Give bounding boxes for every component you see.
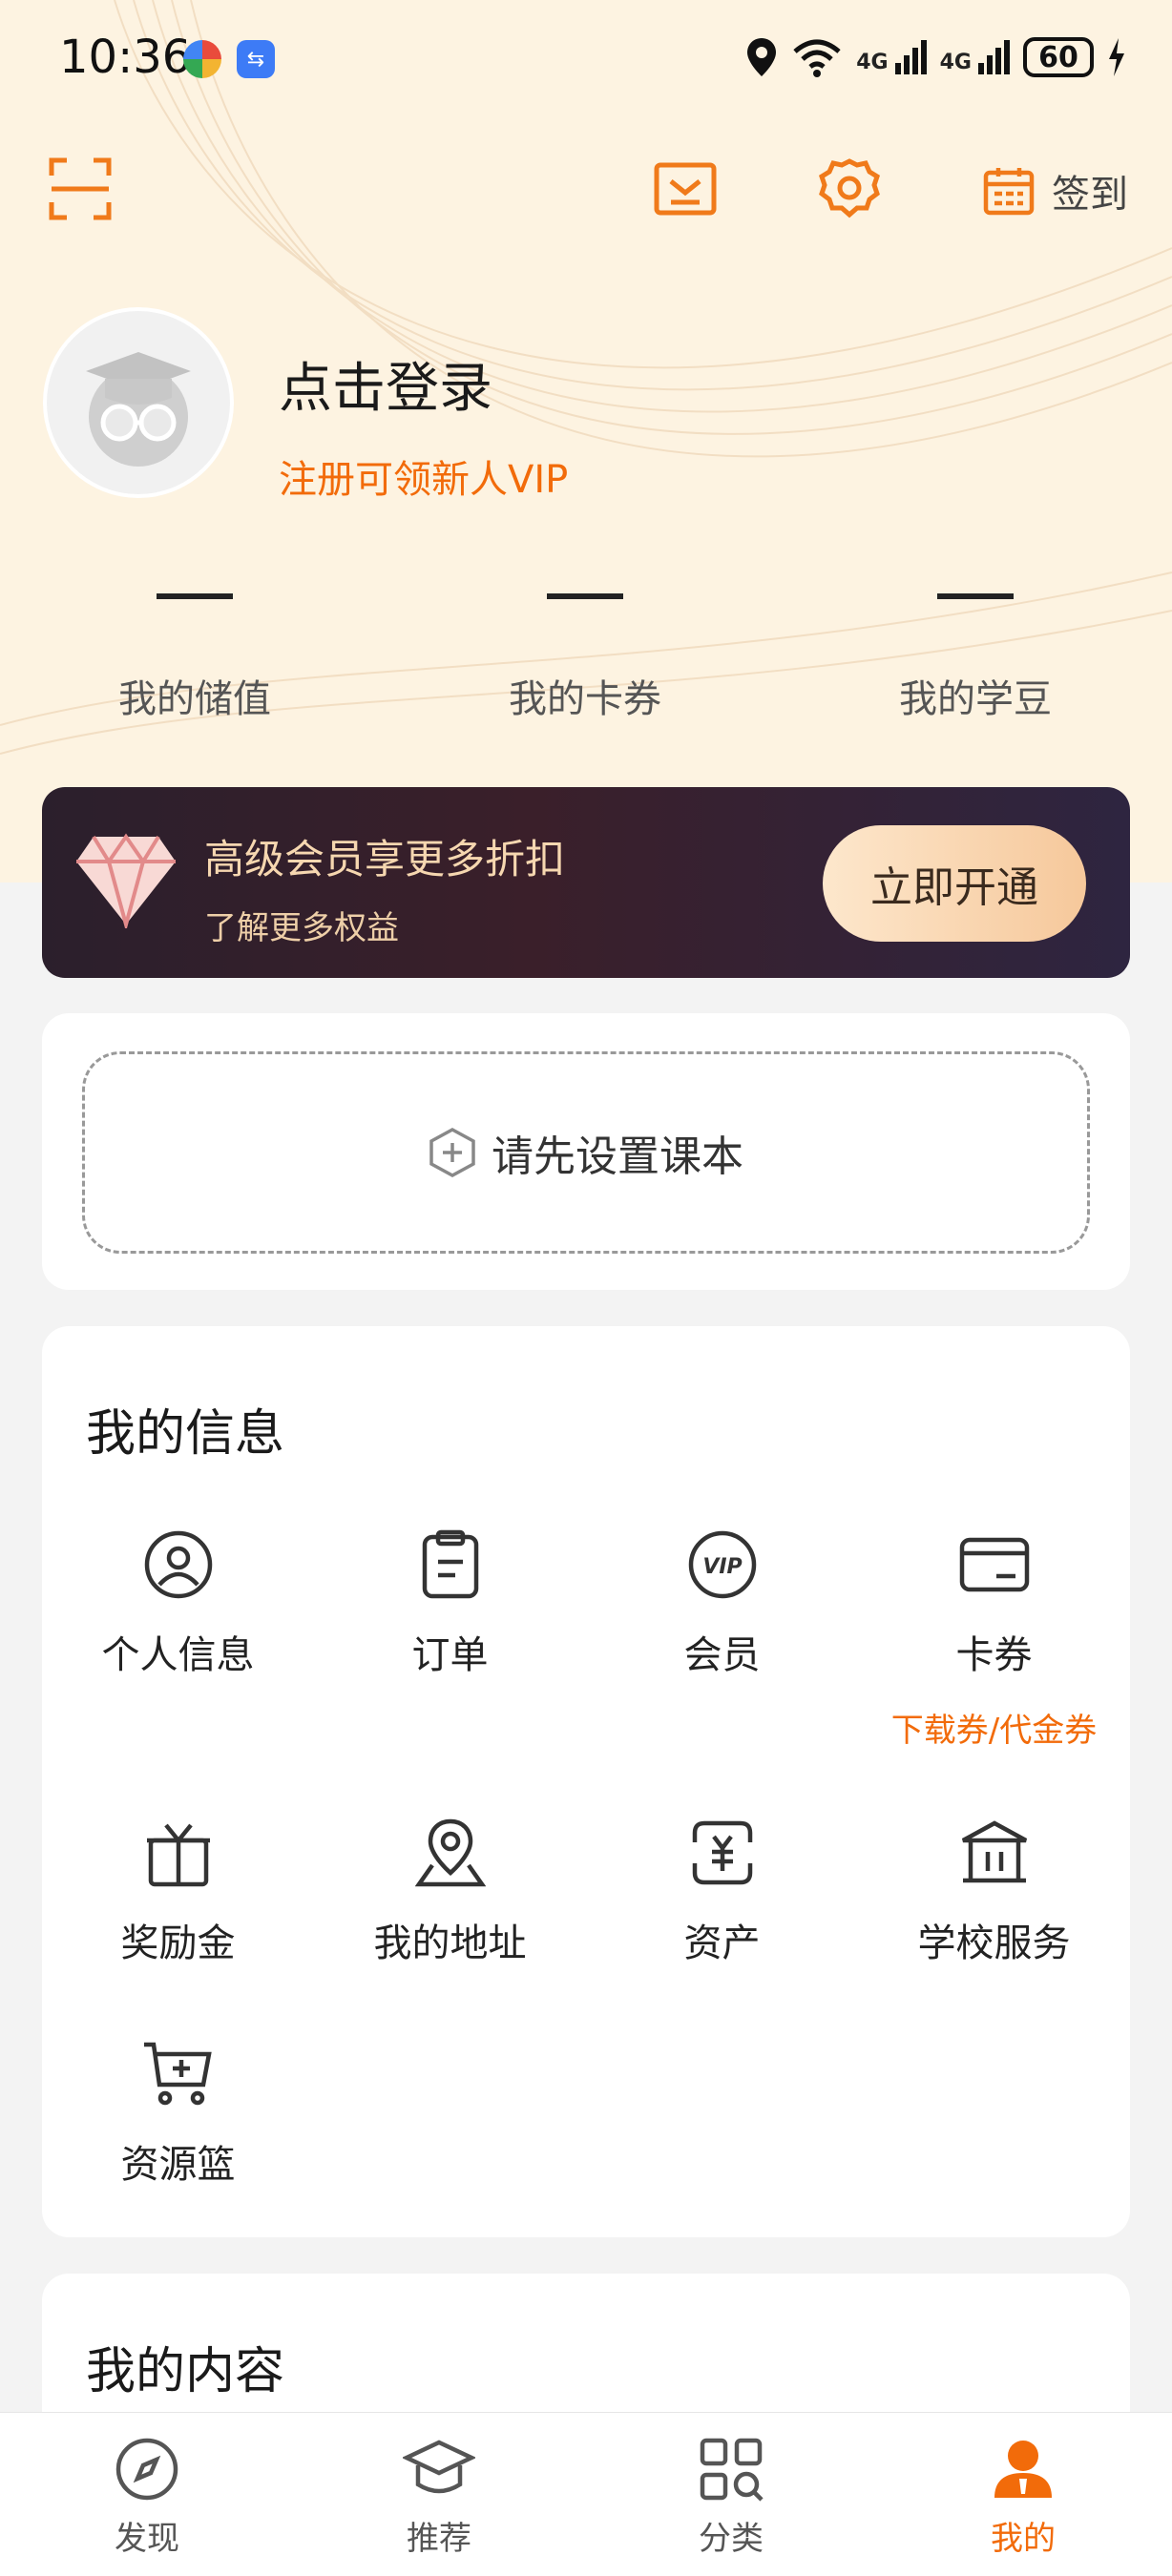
gift-icon [146, 1823, 210, 1887]
cart-icon [143, 2042, 212, 2106]
school-icon [961, 1820, 1027, 1883]
vip-banner[interactable]: 高级会员享更多折扣 了解更多权益 立即开通 [42, 787, 1130, 978]
scan-button[interactable] [42, 151, 118, 227]
settings-button[interactable] [811, 151, 888, 227]
wifi-icon [793, 39, 841, 77]
message-button[interactable] [647, 151, 723, 227]
empty-value-dash [937, 593, 1014, 599]
empty-value-dash [157, 593, 233, 599]
resource-basket-item[interactable]: 资源篮 [42, 2036, 314, 2189]
usb-icon: ⇆ [237, 40, 275, 78]
item-label: 奖励金 [120, 1922, 236, 1965]
network-type-1: 4G [856, 51, 889, 74]
vip-icon: VIP [688, 1530, 756, 1599]
signal-1: 4G [856, 40, 927, 74]
register-vip-hint[interactable]: 注册可领新人VIP [279, 448, 568, 504]
nav-label: 发现 [115, 2520, 179, 2558]
add-hexagon-icon [429, 1128, 475, 1177]
assets-icon [692, 1820, 752, 1885]
nav-category[interactable]: 分类 [636, 2432, 827, 2559]
nav-label: 分类 [699, 2520, 764, 2558]
address-item[interactable]: 我的地址 [314, 1815, 586, 1967]
item-label: 资源篮 [120, 2143, 236, 2187]
checkin-button[interactable]: 签到 [983, 153, 1128, 229]
svg-text:VIP: VIP [702, 1555, 742, 1579]
personal-info-item[interactable]: 个人信息 [42, 1527, 314, 1679]
signal-2: 4G [940, 40, 1010, 74]
stat-value [832, 572, 1119, 620]
checkin-label: 签到 [1052, 173, 1128, 217]
charging-icon [1109, 38, 1124, 76]
compass-icon [115, 2438, 178, 2501]
bottom-nav: 发现 推荐 分类 我的 [0, 2412, 1172, 2576]
nav-mine[interactable]: 我的 [928, 2432, 1119, 2559]
diamond-icon [76, 833, 176, 928]
cards-extra-hint: 下载券/代金券 [890, 1712, 1098, 1750]
item-label: 个人信息 [101, 1633, 255, 1677]
item-label: 会员 [683, 1633, 761, 1677]
stat-value [52, 572, 338, 620]
user-icon [994, 2441, 1052, 2498]
stat-label: 我的卡券 [509, 677, 661, 721]
stat-study-beans[interactable]: 我的学豆 [832, 572, 1119, 723]
message-icon [654, 162, 717, 216]
nav-label: 我的 [991, 2520, 1056, 2558]
card-icon [959, 1537, 1029, 1592]
activate-vip-button[interactable]: 立即开通 [823, 825, 1086, 942]
my-content-title: 我的内容 [86, 2343, 285, 2400]
default-avatar-icon [86, 352, 191, 467]
item-label: 我的地址 [373, 1922, 527, 1965]
my-info-card: 我的信息 个人信息 订单 VIP 会员 卡券 下载券/代金券 奖励金 我的地址 … [42, 1326, 1130, 2237]
reward-item[interactable]: 奖励金 [42, 1815, 314, 1967]
assets-item[interactable]: 资产 [586, 1815, 858, 1967]
nav-label: 推荐 [407, 2520, 471, 2558]
stat-value [442, 572, 728, 620]
set-textbook-button[interactable]: 请先设置课本 [82, 1051, 1090, 1254]
nav-discover[interactable]: 发现 [52, 2432, 242, 2559]
empty-value-dash [547, 593, 623, 599]
item-label: 卡券 [955, 1633, 1033, 1677]
stat-label: 我的学豆 [899, 677, 1052, 721]
textbook-card: 请先设置课本 [42, 1013, 1130, 1290]
item-label: 订单 [411, 1633, 489, 1677]
stat-label: 我的储值 [118, 677, 271, 721]
app-notification-icon [183, 40, 221, 78]
login-prompt[interactable]: 点击登录 [279, 345, 492, 423]
location-pin-icon [747, 38, 777, 76]
battery-indicator: 60 [1023, 37, 1094, 77]
status-time: 10:36 [59, 31, 192, 84]
order-icon [422, 1529, 478, 1599]
stat-coupons[interactable]: 我的卡券 [442, 572, 728, 723]
item-label: 资产 [683, 1922, 761, 1965]
nav-recommend[interactable]: 推荐 [344, 2432, 534, 2559]
status-icons: 4G 4G 60 [745, 29, 1126, 86]
profile-icon [144, 1530, 212, 1599]
category-icon [700, 2438, 764, 2502]
vip-item[interactable]: VIP 会员 [586, 1527, 858, 1679]
vip-subtitle[interactable]: 了解更多权益 [204, 902, 399, 948]
my-info-title: 我的信息 [86, 1405, 285, 1463]
location-icon [414, 1818, 486, 1887]
graduation-cap-icon [403, 2440, 475, 2494]
set-textbook-label: 请先设置课本 [492, 1132, 743, 1181]
cards-item[interactable]: 卡券 下载券/代金券 [858, 1527, 1130, 1751]
vip-title: 高级会员享更多折扣 [204, 836, 566, 883]
calendar-icon [983, 168, 1035, 216]
stat-stored-value[interactable]: 我的储值 [52, 572, 338, 723]
status-bar: 10:36 ⇆ 4G 4G 60 [0, 0, 1172, 114]
avatar[interactable] [43, 307, 234, 498]
item-label: 学校服务 [917, 1922, 1071, 1965]
network-type-2: 4G [939, 51, 972, 74]
account-stats: 我的储值 我的卡券 我的学豆 [0, 572, 1172, 735]
school-service-item[interactable]: 学校服务 [858, 1815, 1130, 1967]
gear-icon [819, 158, 880, 218]
scan-icon [49, 157, 112, 220]
orders-item[interactable]: 订单 [314, 1527, 586, 1679]
